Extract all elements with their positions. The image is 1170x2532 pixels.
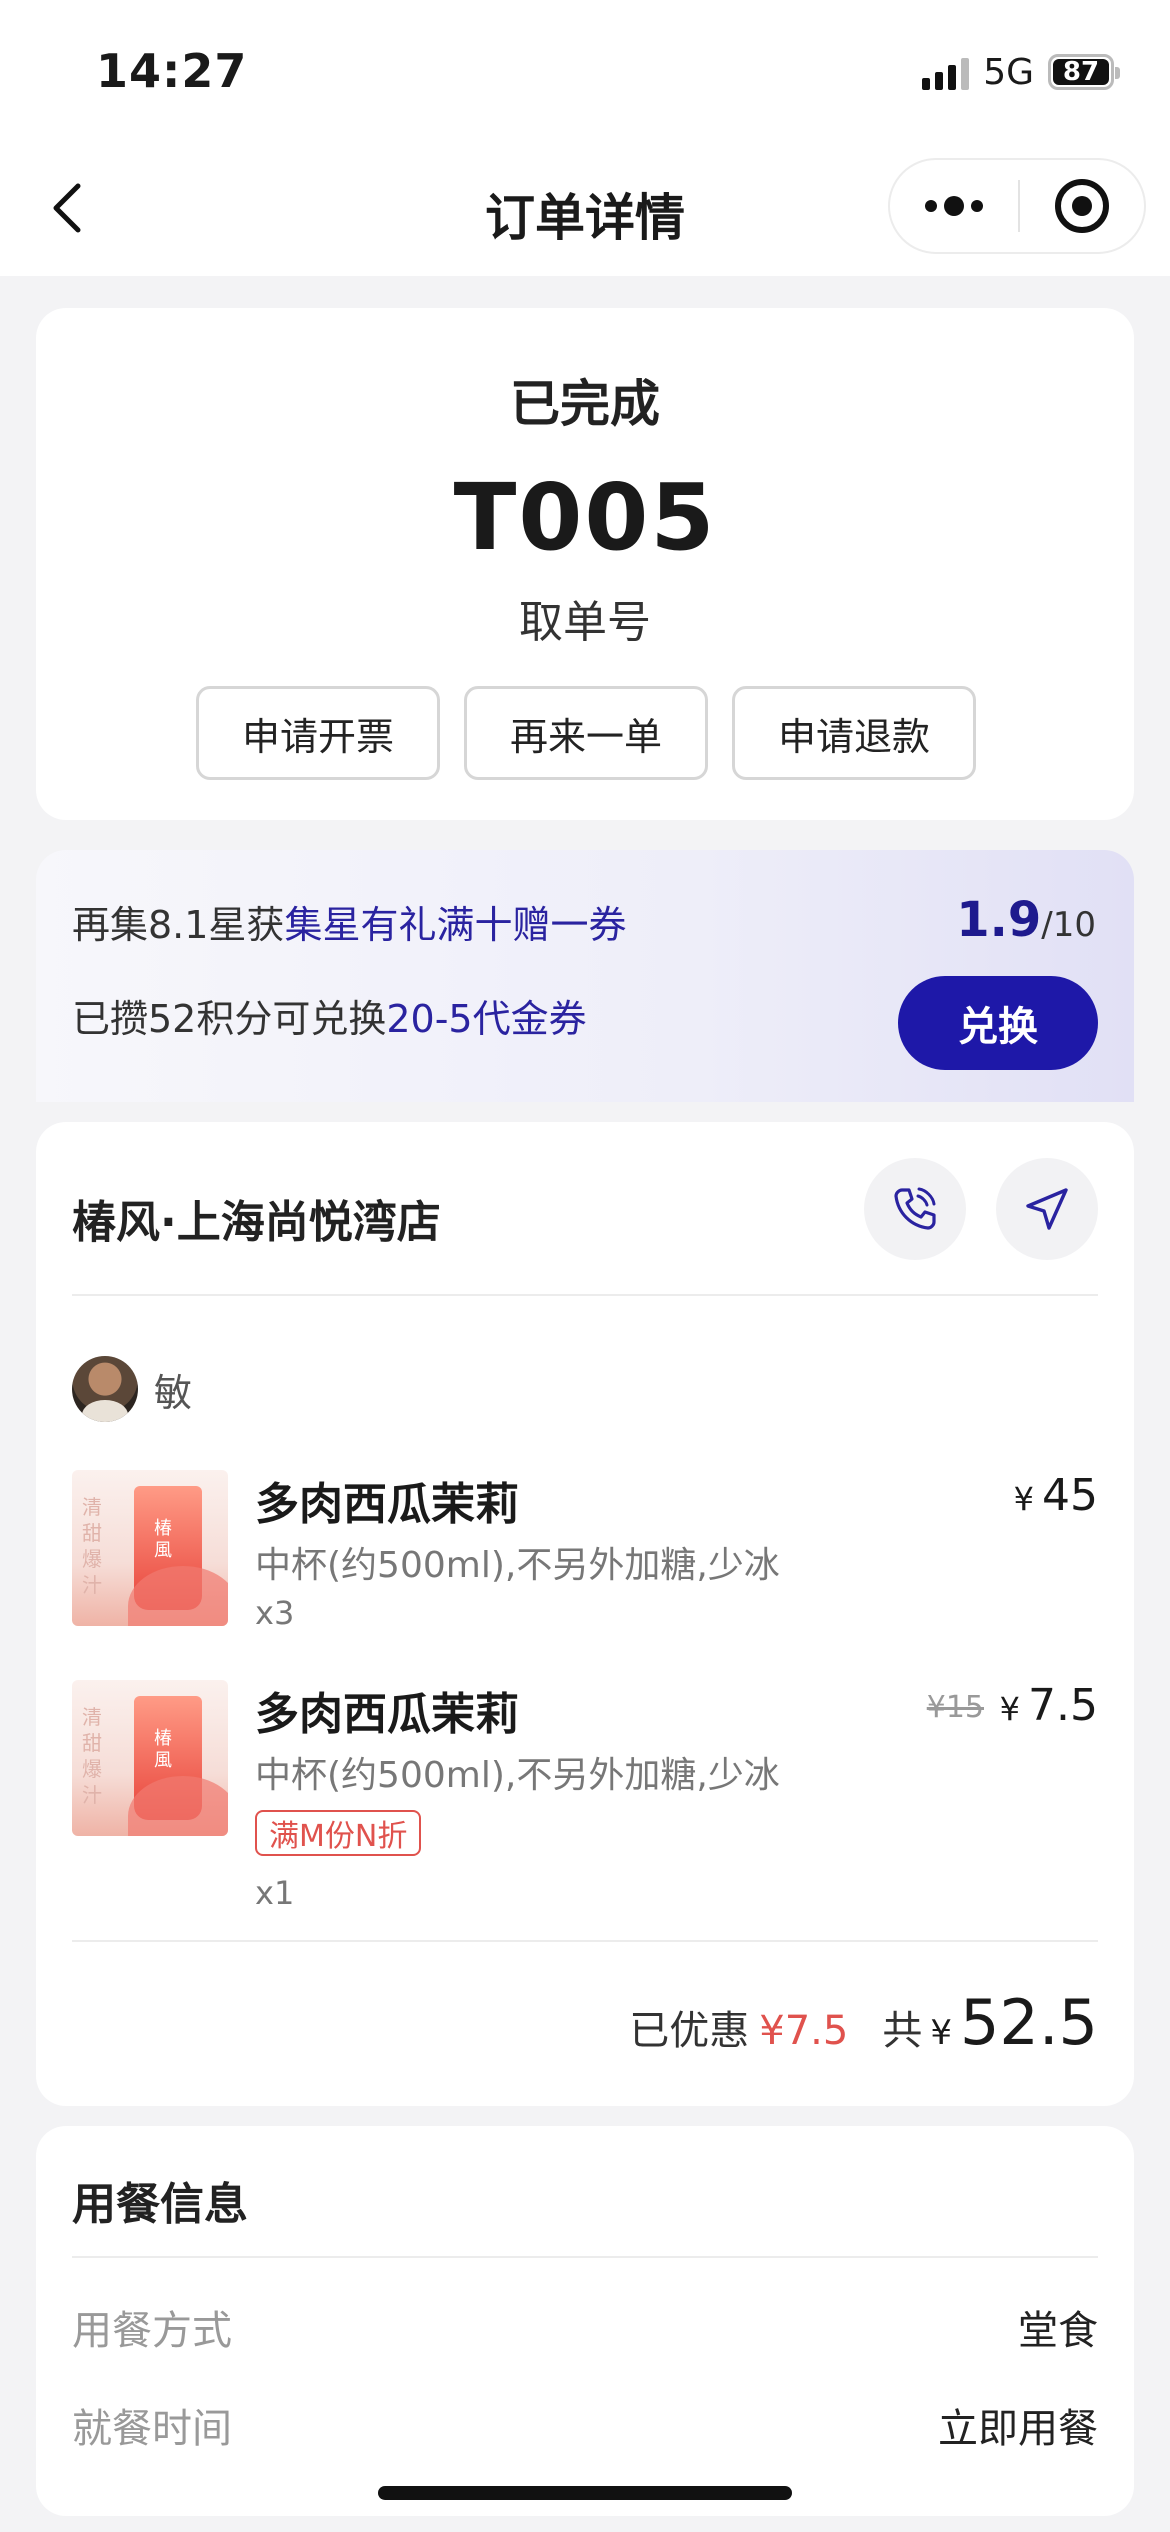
request-refund-button[interactable]: 申请退款 bbox=[732, 686, 976, 780]
stars-promo-text: 再集8.1星获集星有礼满十赠一券 bbox=[72, 903, 627, 947]
order-summary: 已优惠 ¥7.5 共 ¥ 52.5 bbox=[629, 1986, 1098, 2059]
pickup-label: 取单号 bbox=[519, 597, 651, 648]
signal-icon bbox=[922, 54, 970, 90]
points-banner: 再集8.1星获集星有礼满十赠一券 1.9/10 已攒52积分可兑换20-5代金券… bbox=[36, 850, 1134, 1102]
item-name: 多肉西瓜茉莉 bbox=[255, 1689, 519, 1740]
request-invoice-button[interactable]: 申请开票 bbox=[196, 686, 440, 780]
item-quantity: x3 bbox=[255, 1594, 295, 1632]
order-status: 已完成 bbox=[510, 375, 660, 433]
total-value: 52.5 bbox=[959, 1986, 1098, 2059]
dining-mode-value: 堂食 bbox=[1018, 2308, 1098, 2354]
promo-tag: 满M份N折 bbox=[255, 1810, 422, 1856]
status-indicators: 5G 87 bbox=[922, 50, 1120, 94]
voucher-link[interactable]: 20-5代金券 bbox=[386, 997, 586, 1041]
points-redeem-text: 已攒52积分可兑换20-5代金券 bbox=[72, 997, 587, 1041]
phone-icon bbox=[894, 1187, 936, 1230]
nav-bar: 订单详情 bbox=[0, 140, 1170, 276]
order-status-card: 已完成 T005 取单号 申请开票 再来一单 申请退款 bbox=[36, 308, 1134, 820]
order-item: 清甜爆汁 椿風 多肉西瓜茉莉 中杯(约500ml),不另外加糖,少冰 满M份N折… bbox=[72, 1680, 1098, 1912]
navigate-store-button[interactable] bbox=[996, 1158, 1098, 1260]
order-items-card: 椿风·上海尚悦湾店 敏 清甜爆汁 椿風 多肉西瓜茉莉 中杯(约500ml),不另… bbox=[36, 1122, 1134, 2106]
more-button[interactable] bbox=[890, 160, 1018, 252]
dining-mode-label: 用餐方式 bbox=[72, 2308, 232, 2354]
dining-time-label: 就餐时间 bbox=[72, 2406, 232, 2452]
close-mini-program-button[interactable] bbox=[1020, 179, 1144, 233]
divider bbox=[72, 1940, 1098, 1942]
order-actions: 申请开票 再来一单 申请退款 bbox=[196, 686, 976, 780]
stars-promo-link[interactable]: 集星有礼满十赠一券 bbox=[284, 903, 626, 947]
pickup-number: T005 bbox=[453, 464, 717, 571]
redeem-button[interactable]: 兑换 bbox=[898, 976, 1098, 1070]
divider bbox=[72, 2256, 1098, 2258]
status-bar: 14:27 5G 87 bbox=[0, 0, 1170, 140]
item-name: 多肉西瓜茉莉 bbox=[255, 1479, 519, 1530]
product-image: 清甜爆汁 椿風 bbox=[72, 1470, 228, 1626]
discount-value: ¥7.5 bbox=[759, 2008, 849, 2054]
item-price: ¥7.5 bbox=[999, 1680, 1098, 1731]
mini-program-capsule bbox=[888, 158, 1146, 254]
navigation-arrow-icon bbox=[1026, 1188, 1068, 1230]
divider bbox=[72, 1294, 1098, 1296]
section-title: 用餐信息 bbox=[72, 2179, 248, 2230]
item-price: ¥45 bbox=[1013, 1470, 1098, 1521]
battery-icon: 87 bbox=[1048, 54, 1120, 90]
network-type: 5G bbox=[983, 51, 1034, 93]
original-price: ¥15 bbox=[926, 1690, 984, 1725]
reorder-button[interactable]: 再来一单 bbox=[464, 686, 708, 780]
order-item: 清甜爆汁 椿風 多肉西瓜茉莉 中杯(约500ml),不另外加糖,少冰 x3 ¥4… bbox=[72, 1470, 1098, 1640]
item-quantity: x1 bbox=[255, 1874, 295, 1912]
discount-label: 已优惠 bbox=[629, 2008, 750, 2054]
dining-time-value: 立即用餐 bbox=[938, 2406, 1098, 2452]
orderer: 敏 bbox=[72, 1356, 192, 1422]
dining-info-card: 用餐信息 用餐方式 堂食 就餐时间 立即用餐 bbox=[36, 2126, 1134, 2516]
product-image: 清甜爆汁 椿風 bbox=[72, 1680, 228, 1836]
stars-progress: 1.9/10 bbox=[956, 892, 1096, 948]
item-spec: 中杯(约500ml),不另外加糖,少冰 bbox=[255, 1755, 780, 1796]
item-spec: 中杯(约500ml),不另外加糖,少冰 bbox=[255, 1545, 780, 1586]
total-label: 共 bbox=[882, 2008, 923, 2054]
store-name[interactable]: 椿风·上海尚悦湾店 bbox=[72, 1186, 441, 1250]
avatar bbox=[72, 1356, 138, 1422]
battery-level: 87 bbox=[1053, 57, 1109, 87]
status-time: 14:27 bbox=[96, 44, 248, 98]
home-indicator[interactable] bbox=[378, 2486, 792, 2500]
orderer-name: 敏 bbox=[154, 1370, 193, 1415]
call-store-button[interactable] bbox=[864, 1158, 966, 1260]
target-icon bbox=[1055, 179, 1109, 233]
